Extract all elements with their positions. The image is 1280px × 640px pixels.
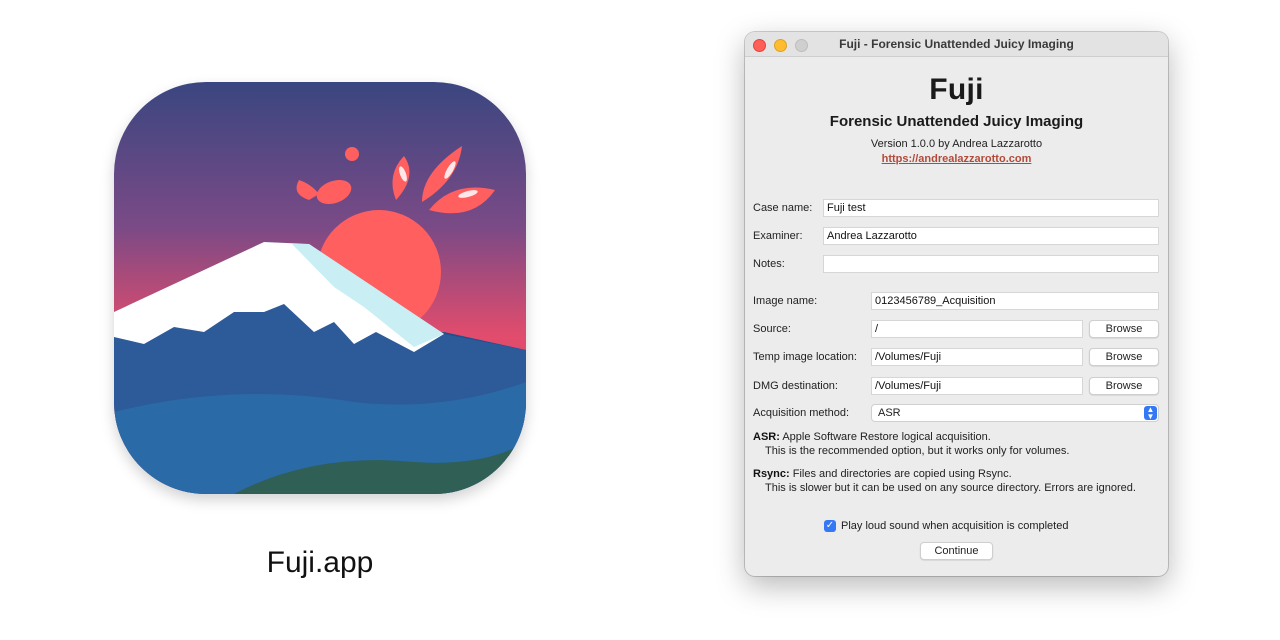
acquisition-method-label: Acquisition method: <box>753 407 849 419</box>
acquisition-method-select[interactable]: ASR ▲ ▼ <box>871 404 1159 422</box>
continue-button[interactable]: Continue <box>920 542 993 560</box>
asr-description: ASR: Apple Software Restore logical acqu… <box>753 430 1069 458</box>
fuji-window: Fuji - Forensic Unattended Juicy Imaging… <box>745 32 1168 576</box>
zoom-window-button[interactable] <box>795 39 808 52</box>
traffic-lights <box>753 39 808 52</box>
source-label: Source: <box>753 323 791 335</box>
close-window-button[interactable] <box>753 39 766 52</box>
sound-checkbox-label[interactable]: Play loud sound when acquisition is comp… <box>841 520 1068 532</box>
dmg-destination-label: DMG destination: <box>753 380 838 392</box>
version-text: Version 1.0.0 by Andrea Lazzarotto <box>870 138 1043 150</box>
source-browse-button[interactable]: Browse <box>1089 320 1159 338</box>
image-name-label: Image name: <box>753 295 818 307</box>
acquisition-method-value: ASR <box>878 407 901 419</box>
rsync-line2: This is slower but it can be used on any… <box>765 482 1136 494</box>
app-icon-caption: Fuji.app <box>266 546 374 579</box>
app-header: Fuji Forensic Unattended Juicy Imaging V… <box>745 73 1168 165</box>
temp-location-input[interactable]: /Volumes/Fuji <box>871 348 1083 366</box>
examiner-label: Examiner: <box>753 230 803 242</box>
temp-location-label: Temp image location: <box>753 351 857 363</box>
rsync-description: Rsync: Files and directories are copied … <box>753 467 1136 495</box>
sound-checkbox-row[interactable]: ✓ Play loud sound when acquisition is co… <box>824 520 1068 532</box>
title-bar[interactable]: Fuji - Forensic Unattended Juicy Imaging <box>745 32 1168 57</box>
case-name-label: Case name: <box>753 202 813 214</box>
app-subtitle: Forensic Unattended Juicy Imaging <box>829 113 1084 130</box>
minimize-window-button[interactable] <box>774 39 787 52</box>
case-name-input[interactable]: Fuji test <box>823 199 1159 217</box>
asr-title: ASR: <box>753 431 780 443</box>
fuji-app-icon[interactable] <box>114 82 526 494</box>
image-name-input[interactable]: 0123456789_Acquisition <box>871 292 1159 310</box>
dmg-destination-input[interactable]: /Volumes/Fuji <box>871 377 1083 395</box>
asr-line2: This is the recommended option, but it w… <box>765 445 1070 457</box>
website-link[interactable]: https://andrealazzarotto.com <box>745 153 1168 165</box>
rsync-line1: Files and directories are copied using R… <box>792 468 1012 480</box>
dmg-destination-browse-button[interactable]: Browse <box>1089 377 1159 395</box>
sound-checkbox[interactable]: ✓ <box>824 520 836 532</box>
app-name: Fuji <box>929 73 984 106</box>
mount-fuji-sun-illustration <box>114 82 526 494</box>
asr-line1: Apple Software Restore logical acquisiti… <box>782 431 991 443</box>
rsync-title: Rsync: <box>753 468 790 480</box>
source-input[interactable]: / <box>871 320 1083 338</box>
notes-label: Notes: <box>753 258 785 270</box>
temp-location-browse-button[interactable]: Browse <box>1089 348 1159 366</box>
window-title: Fuji - Forensic Unattended Juicy Imaging <box>839 37 1074 51</box>
notes-input[interactable] <box>823 255 1159 273</box>
up-down-chevron-icon: ▲ ▼ <box>1144 406 1157 421</box>
examiner-input[interactable]: Andrea Lazzarotto <box>823 227 1159 245</box>
